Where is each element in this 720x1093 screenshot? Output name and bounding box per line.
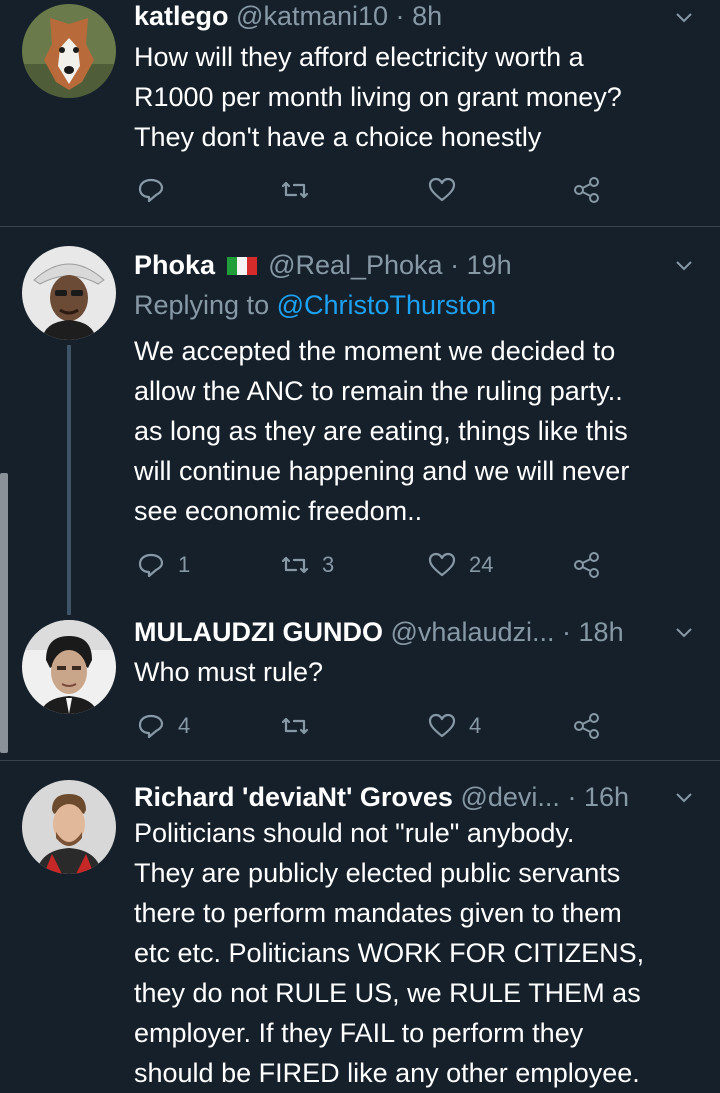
like-button[interactable] [427, 170, 457, 210]
reply-count: 1 [178, 552, 191, 577]
reply-button[interactable]: 4 [136, 706, 190, 746]
timestamp[interactable]: 18h [579, 617, 624, 647]
display-name[interactable]: Phoka [134, 250, 215, 280]
reply-button[interactable]: 1 [136, 545, 190, 585]
tweet-header: Phoka @Real_Phoka · 19h [134, 248, 660, 282]
avatar[interactable] [22, 780, 116, 874]
avatar[interactable] [22, 620, 116, 714]
like-count: 24 [469, 552, 494, 577]
timestamp[interactable]: 16h [584, 782, 629, 812]
tweet-actions: 4 4 [134, 706, 614, 746]
like-count: 4 [469, 713, 482, 738]
tweet-actions [134, 170, 614, 210]
display-name[interactable]: MULAUDZI GUNDO [134, 617, 383, 647]
timestamp[interactable]: 19h [467, 250, 512, 280]
reply-icon [138, 714, 164, 739]
share-button[interactable] [572, 706, 602, 746]
share-button[interactable] [572, 545, 602, 585]
user-handle[interactable]: @devi... [460, 782, 559, 812]
tweet-text: We accepted the moment we decided to all… [134, 336, 630, 526]
tweet-text: Who must rule? [134, 657, 324, 687]
separator-dot: · [567, 782, 577, 812]
user-handle[interactable]: @katmani10 [236, 1, 388, 31]
tweet-text: How will they afford electricity worth a… [134, 42, 622, 152]
tweet-header: MULAUDZI GUNDO @vhalaudzi... · 18h [134, 615, 660, 649]
like-button[interactable]: 24 [427, 545, 493, 585]
display-name[interactable]: Richard 'deviaNt' Groves [134, 782, 453, 812]
share-icon [574, 177, 599, 203]
tweet-phoka[interactable]: Phoka @Real_Phoka · 19h Replying to @Chr… [0, 227, 720, 615]
tweet-katlego[interactable]: katlego @katmani10 · 8h How will they af… [0, 0, 720, 226]
chevron-down-icon[interactable] [674, 256, 694, 276]
user-handle[interactable]: @vhalaudzi... [391, 617, 555, 647]
avatar[interactable] [22, 4, 116, 98]
share-icon [574, 552, 599, 578]
italy-flag-icon [226, 257, 257, 275]
retweet-count: 3 [322, 552, 335, 577]
user-handle[interactable]: @Real_Phoka [268, 250, 443, 280]
reply-icon [138, 178, 164, 203]
separator-dot: · [450, 250, 460, 280]
husky-avatar-image [22, 4, 116, 98]
phoka-avatar-image [22, 246, 116, 340]
timestamp[interactable]: 8h [412, 1, 442, 31]
heart-icon [428, 552, 456, 577]
separator-dot: · [395, 1, 405, 31]
reply-button[interactable] [136, 170, 166, 210]
share-icon [574, 713, 599, 739]
mention-link[interactable]: @ChristoThurston [277, 290, 496, 320]
retweet-icon [281, 717, 309, 735]
tweet-header: katlego @katmani10 · 8h [134, 0, 660, 33]
scrollbar[interactable] [0, 473, 8, 753]
retweet-icon [281, 181, 309, 199]
retweet-button[interactable]: 3 [280, 545, 334, 585]
separator-dot: · [562, 617, 572, 647]
retweet-button[interactable] [280, 170, 310, 210]
mulaudzi-avatar-image [22, 620, 116, 714]
heart-icon [428, 177, 456, 202]
reply-count: 4 [178, 713, 191, 738]
reply-icon [138, 553, 164, 578]
tweet-actions: 1 3 24 [134, 545, 614, 585]
replying-to-label: Replying to [134, 290, 270, 320]
replying-to: Replying to @ChristoThurston [134, 288, 496, 322]
avatar[interactable] [22, 246, 116, 340]
like-button[interactable]: 4 [427, 706, 481, 746]
tweet-richard[interactable]: Richard 'deviaNt' Groves @devi... · 16h … [0, 761, 720, 1088]
tweet-header: Richard 'deviaNt' Groves @devi... · 16h [134, 780, 660, 814]
chevron-down-icon[interactable] [674, 8, 694, 28]
chevron-down-icon[interactable] [674, 623, 694, 643]
retweet-button[interactable] [280, 706, 310, 746]
tweet-mulaudzi[interactable]: MULAUDZI GUNDO @vhalaudzi... · 18h Who m… [0, 596, 720, 760]
retweet-icon [281, 556, 309, 574]
tweet-text: Politicians should not "rule" anybody. T… [134, 818, 645, 1088]
richard-avatar-image [22, 780, 116, 874]
heart-icon [428, 713, 456, 738]
thread-connector [67, 345, 71, 615]
display-name[interactable]: katlego [134, 1, 229, 31]
chevron-down-icon[interactable] [674, 788, 694, 808]
share-button[interactable] [572, 170, 602, 210]
